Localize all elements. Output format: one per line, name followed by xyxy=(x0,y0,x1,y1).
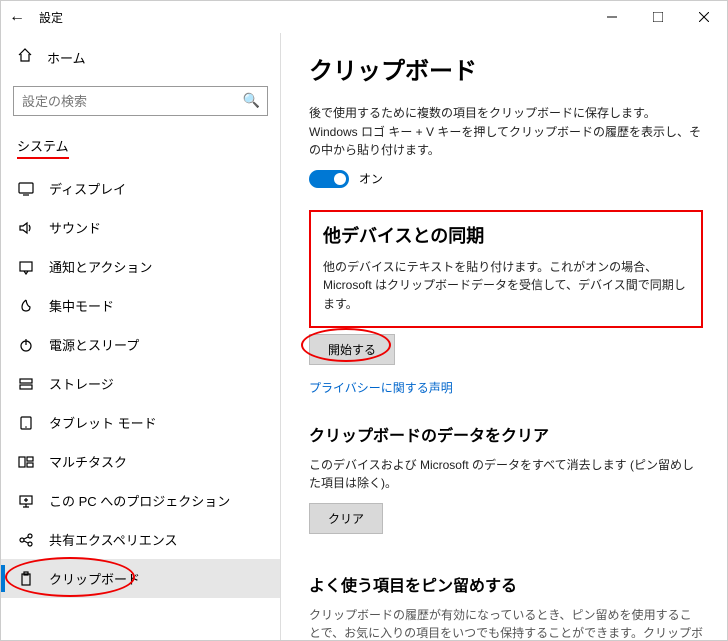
home-button[interactable]: ホーム xyxy=(1,39,280,76)
minimize-button[interactable] xyxy=(589,1,635,33)
sidebar-item-label: ストレージ xyxy=(49,374,114,393)
settings-window: ← 設定 ホーム 🔍 システム ディスプレイサウンド通知とアクション集中モード電… xyxy=(0,0,728,641)
history-toggle-row: オン xyxy=(309,170,703,188)
history-toggle-label: オン xyxy=(359,170,383,187)
multitask-icon xyxy=(17,454,35,470)
sidebar-item-display[interactable]: ディスプレイ xyxy=(1,169,280,208)
titlebar: ← 設定 xyxy=(1,1,727,33)
sidebar-item-notify[interactable]: 通知とアクション xyxy=(1,247,280,286)
home-label: ホーム xyxy=(47,48,86,67)
clear-title: クリップボードのデータをクリア xyxy=(309,422,703,446)
sidebar-item-focus[interactable]: 集中モード xyxy=(1,286,280,325)
sidebar-item-label: 電源とスリープ xyxy=(49,335,139,354)
search-input[interactable] xyxy=(13,86,268,116)
focus-icon xyxy=(17,298,35,314)
sidebar-item-label: 集中モード xyxy=(49,296,114,315)
pin-title: よく使う項目をピン留めする xyxy=(309,572,703,596)
tablet-icon xyxy=(17,415,35,431)
share-icon xyxy=(17,532,35,548)
clipboard-icon xyxy=(17,571,35,587)
storage-icon xyxy=(17,376,35,392)
sidebar-item-label: タブレット モード xyxy=(49,413,157,432)
sidebar-item-clipboard[interactable]: クリップボード xyxy=(1,559,280,598)
sidebar-item-label: 通知とアクション xyxy=(49,257,152,276)
sound-icon xyxy=(17,220,35,236)
sidebar-item-label: 共有エクスペリエンス xyxy=(49,530,177,549)
search-wrap: 🔍 xyxy=(13,86,268,116)
close-button[interactable] xyxy=(681,1,727,33)
sidebar-item-tablet[interactable]: タブレット モード xyxy=(1,403,280,442)
home-icon xyxy=(17,47,33,68)
sidebar-item-power[interactable]: 電源とスリープ xyxy=(1,325,280,364)
power-icon xyxy=(17,337,35,353)
window-title: 設定 xyxy=(39,9,63,26)
start-button-wrap: 開始する xyxy=(309,334,395,365)
back-icon[interactable]: ← xyxy=(9,8,25,26)
start-button[interactable]: 開始する xyxy=(309,334,395,365)
window-controls xyxy=(589,1,727,33)
sidebar-item-storage[interactable]: ストレージ xyxy=(1,364,280,403)
sidebar-item-label: この PC へのプロジェクション xyxy=(49,491,230,510)
sync-desc: 他のデバイスにテキストを貼り付けます。これがオンの場合、Microsoft はク… xyxy=(323,258,689,314)
sidebar-item-project[interactable]: この PC へのプロジェクション xyxy=(1,481,280,520)
titlebar-left: ← 設定 xyxy=(9,8,63,26)
display-icon xyxy=(17,181,35,197)
privacy-link[interactable]: プライバシーに関する声明 xyxy=(309,379,453,396)
nav-list: ディスプレイサウンド通知とアクション集中モード電源とスリープストレージタブレット… xyxy=(1,169,280,598)
clear-button[interactable]: クリア xyxy=(309,503,383,534)
notify-icon xyxy=(17,259,35,275)
pin-desc: クリップボードの履歴が有効になっているとき、ピン留めを使用することで、お気に入り… xyxy=(309,606,703,640)
sidebar-item-share[interactable]: 共有エクスペリエンス xyxy=(1,520,280,559)
sidebar-item-label: ディスプレイ xyxy=(49,179,126,198)
clear-desc: このデバイスおよび Microsoft のデータをすべて消去します (ピン留めし… xyxy=(309,456,703,493)
sidebar-item-label: サウンド xyxy=(49,218,101,237)
body: ホーム 🔍 システム ディスプレイサウンド通知とアクション集中モード電源とスリー… xyxy=(1,33,727,640)
search-icon: 🔍 xyxy=(243,92,260,109)
sync-title: 他デバイスとの同期 xyxy=(323,222,689,248)
category-label: システム xyxy=(17,136,69,159)
page-title: クリップボード xyxy=(309,51,703,86)
sidebar-item-multitask[interactable]: マルチタスク xyxy=(1,442,280,481)
maximize-button[interactable] xyxy=(635,1,681,33)
sidebar-item-sound[interactable]: サウンド xyxy=(1,208,280,247)
sync-section-highlight: 他デバイスとの同期 他のデバイスにテキストを貼り付けます。これがオンの場合、Mi… xyxy=(309,210,703,328)
sidebar-item-label: クリップボード xyxy=(49,569,140,588)
project-icon xyxy=(17,493,35,509)
category-system: システム xyxy=(1,128,280,163)
history-toggle[interactable] xyxy=(309,170,349,188)
sidebar-item-label: マルチタスク xyxy=(49,452,127,471)
intro-text: 後で使用するために複数の項目をクリップボードに保存します。Windows ロゴ … xyxy=(309,104,703,160)
content: クリップボード 後で使用するために複数の項目をクリップボードに保存します。Win… xyxy=(281,33,727,640)
sidebar: ホーム 🔍 システム ディスプレイサウンド通知とアクション集中モード電源とスリー… xyxy=(1,33,281,640)
